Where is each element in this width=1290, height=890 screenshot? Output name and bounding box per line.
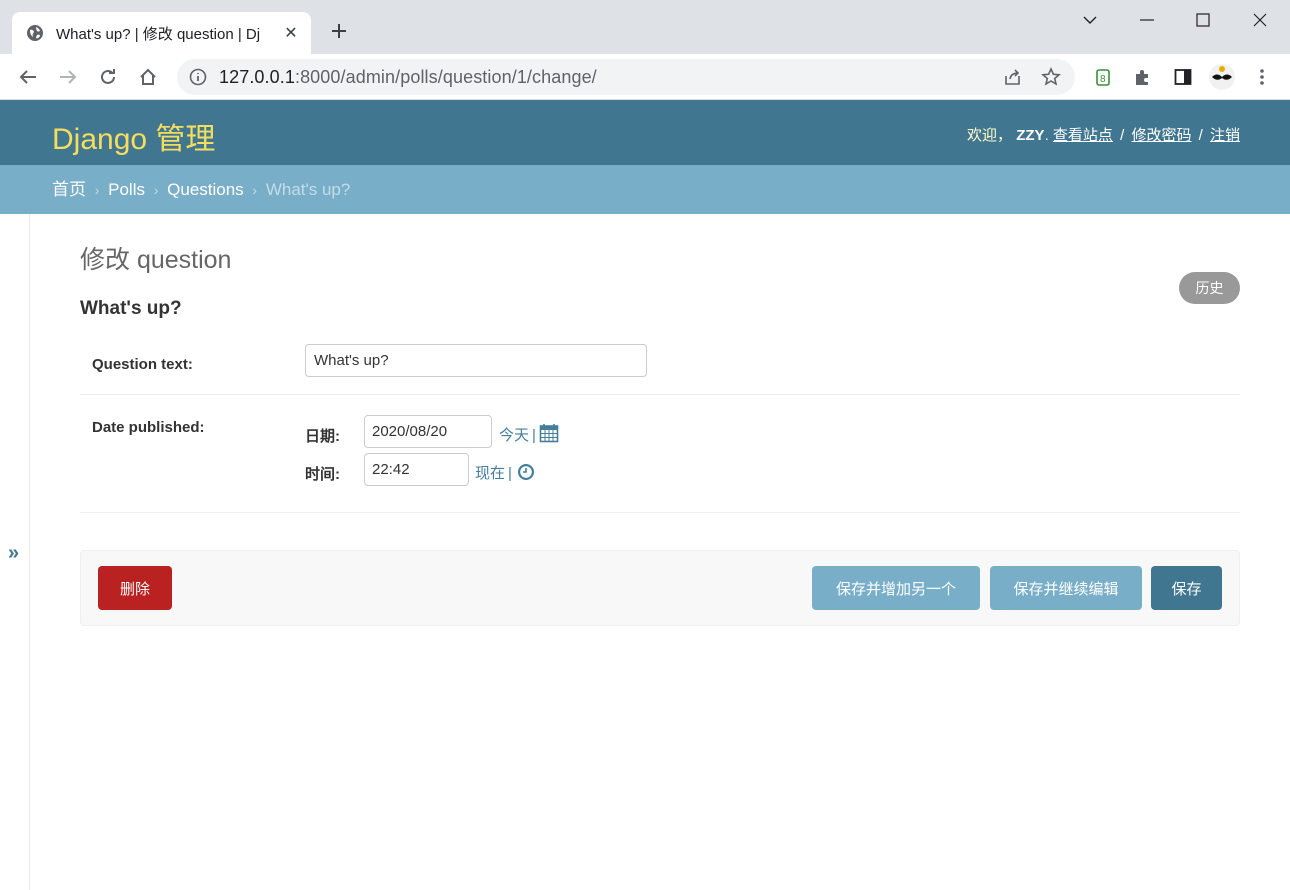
- svg-text:8: 8: [1100, 74, 1106, 85]
- tab-search-chevron-icon[interactable]: [1075, 8, 1105, 32]
- maximize-icon[interactable]: [1188, 8, 1218, 32]
- shortcut-separator: |: [508, 465, 512, 482]
- breadcrumb-home[interactable]: 首页: [52, 180, 86, 199]
- form-row-question-text: Question text: What's up?: [80, 332, 1240, 395]
- browser-toolbar: 127.0.0.1:8000/admin/polls/question/1/ch…: [0, 54, 1290, 100]
- username: ZZY: [1016, 127, 1045, 144]
- extensions-puzzle-icon[interactable]: [1129, 63, 1157, 91]
- site-branding[interactable]: Django 管理: [52, 114, 215, 158]
- minimize-icon[interactable]: [1132, 8, 1162, 32]
- question-text-input[interactable]: What's up?: [305, 344, 647, 377]
- extension-icon[interactable]: 8: [1089, 63, 1117, 91]
- delete-button[interactable]: 删除: [98, 566, 172, 610]
- side-panel-icon[interactable]: [1169, 63, 1197, 91]
- browser-tabstrip: What's up? | 修改 question | Dj ✕: [0, 0, 1290, 54]
- close-window-icon[interactable]: [1245, 8, 1275, 32]
- separator: /: [1120, 127, 1125, 144]
- date-input[interactable]: 2020/08/20: [364, 415, 492, 448]
- site-info-icon[interactable]: [189, 68, 207, 86]
- history-button[interactable]: 历史: [1179, 272, 1240, 304]
- page-title: 修改 question: [80, 246, 232, 274]
- address-bar[interactable]: 127.0.0.1:8000/admin/polls/question/1/ch…: [177, 59, 1075, 95]
- today-link[interactable]: 今天: [499, 427, 529, 444]
- admin-header: Django 管理 欢迎， ZZY. 查看站点 / 修改密码 / 注销: [0, 100, 1290, 165]
- url-host: 127.0.0.1: [219, 67, 295, 87]
- share-icon[interactable]: [1003, 67, 1023, 87]
- nav-sidebar: »: [0, 214, 30, 890]
- separator: /: [1198, 127, 1203, 144]
- date-published-label: Date published:: [92, 419, 205, 436]
- save-add-another-button[interactable]: 保存并增加另一个: [812, 566, 980, 610]
- reload-icon[interactable]: [94, 63, 122, 91]
- object-title: What's up?: [80, 298, 182, 319]
- welcome-text: 欢迎，: [967, 127, 1013, 144]
- breadcrumb-arrow: ›: [153, 182, 159, 198]
- forward-arrow-icon[interactable]: [54, 63, 82, 91]
- now-link[interactable]: 现在: [475, 465, 505, 482]
- new-tab-plus-icon[interactable]: [326, 18, 352, 44]
- breadcrumb: 首页 › Polls › Questions › What's up?: [0, 165, 1290, 214]
- breadcrumb-current: What's up?: [265, 180, 351, 199]
- browser-tab[interactable]: What's up? | 修改 question | Dj ✕: [12, 12, 311, 54]
- save-button[interactable]: 保存: [1151, 566, 1222, 610]
- calendar-icon[interactable]: [539, 423, 559, 443]
- question-text-label: Question text:: [92, 356, 193, 373]
- breadcrumb-arrow: ›: [94, 182, 100, 198]
- breadcrumb-model[interactable]: Questions: [167, 180, 244, 199]
- user-tools: 欢迎， ZZY. 查看站点 / 修改密码 / 注销: [967, 124, 1240, 145]
- url-path: :8000/admin/polls/question/1/change/: [294, 67, 597, 87]
- submit-row: 删除 保存并增加另一个 保存并继续编辑 保存: [80, 550, 1240, 626]
- tab-title: What's up? | 修改 question | Dj: [56, 25, 261, 43]
- clock-icon[interactable]: [517, 463, 535, 481]
- url-text: 127.0.0.1:8000/admin/polls/question/1/ch…: [219, 67, 597, 88]
- date-shortcuts: 今天 |: [499, 424, 539, 445]
- change-password-link[interactable]: 修改密码: [1131, 127, 1191, 144]
- time-input[interactable]: 22:42: [364, 453, 469, 486]
- shortcut-separator: |: [532, 427, 536, 444]
- view-site-link[interactable]: 查看站点: [1053, 127, 1113, 144]
- form-row-date-published: Date published: 日期: 2020/08/20 今天 | 时间: 2…: [80, 395, 1240, 513]
- save-continue-button[interactable]: 保存并继续编辑: [990, 566, 1142, 610]
- home-icon[interactable]: [134, 63, 162, 91]
- breadcrumb-arrow: ›: [252, 182, 258, 198]
- profile-avatar[interactable]: [1208, 63, 1236, 91]
- menu-kebab-icon[interactable]: [1248, 63, 1276, 91]
- date-label: 日期:: [305, 428, 340, 445]
- sidebar-toggle[interactable]: »: [8, 542, 19, 565]
- tab-close-icon[interactable]: ✕: [281, 23, 301, 43]
- time-shortcuts: 现在 |: [475, 462, 515, 483]
- logout-link[interactable]: 注销: [1210, 127, 1240, 144]
- time-label: 时间:: [305, 466, 340, 483]
- bookmark-star-icon[interactable]: [1041, 67, 1061, 87]
- back-arrow-icon[interactable]: [14, 63, 42, 91]
- breadcrumb-app[interactable]: Polls: [108, 180, 145, 199]
- username-suffix: .: [1044, 127, 1049, 144]
- globe-icon: [27, 25, 43, 41]
